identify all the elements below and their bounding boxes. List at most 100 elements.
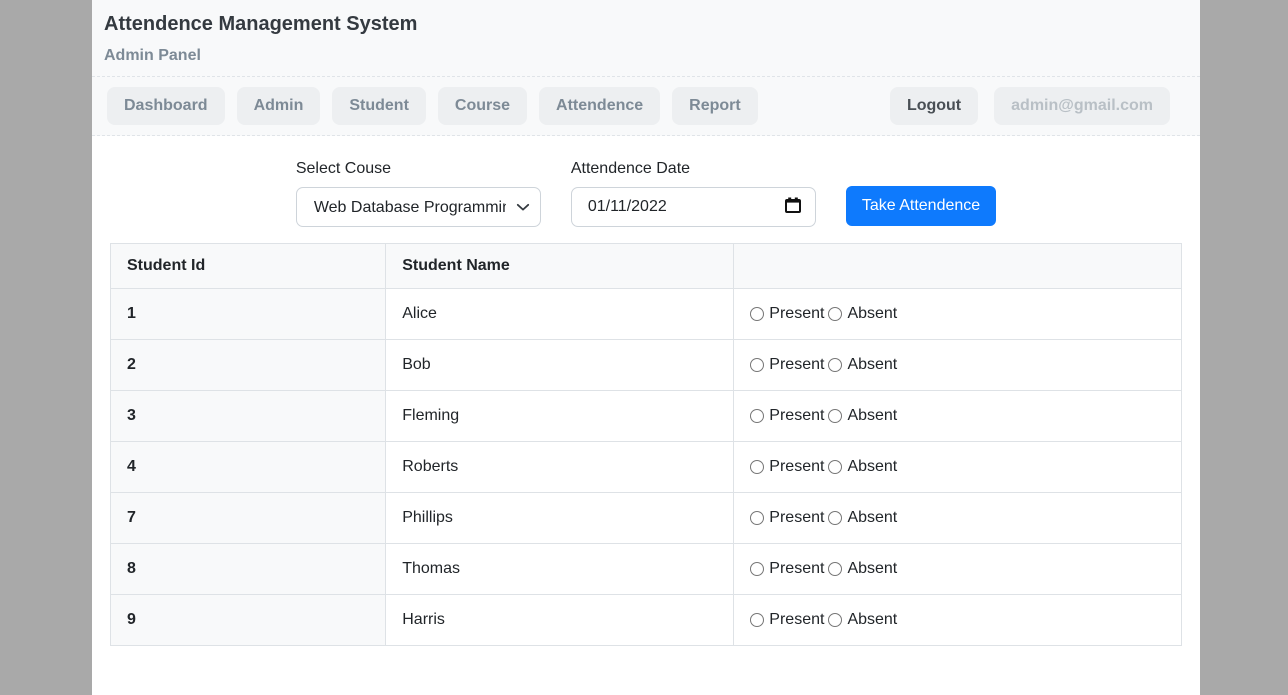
present-option[interactable]: Present <box>750 407 824 425</box>
present-radio[interactable] <box>750 358 764 372</box>
student-name-cell: Harris <box>386 595 734 646</box>
student-id-cell: 7 <box>111 493 386 544</box>
nav-item-dashboard[interactable]: Dashboard <box>107 87 225 125</box>
present-option[interactable]: Present <box>750 611 824 629</box>
present-option[interactable]: Present <box>750 458 824 476</box>
radio-label: Absent <box>847 458 897 476</box>
navbar-right-group: Logout admin@gmail.com <box>890 87 1170 125</box>
nav-item-report[interactable]: Report <box>672 87 758 125</box>
present-radio[interactable] <box>750 613 764 627</box>
table-row: 7 Phillips Present Absent <box>111 493 1182 544</box>
table-row: 1 Alice Present Absent <box>111 289 1182 340</box>
student-name-cell: Fleming <box>386 391 734 442</box>
course-select-label: Select Couse <box>296 160 541 178</box>
present-option[interactable]: Present <box>750 356 824 374</box>
absent-radio[interactable] <box>828 409 842 423</box>
attendance-date-input[interactable]: 01/11/2022 <box>571 187 816 227</box>
logged-in-email-badge: admin@gmail.com <box>994 87 1170 125</box>
absent-option[interactable]: Absent <box>828 458 897 476</box>
present-radio[interactable] <box>750 460 764 474</box>
student-name-cell: Bob <box>386 340 734 391</box>
take-attendance-button[interactable]: Take Attendence <box>846 186 996 226</box>
radio-label: Absent <box>847 611 897 629</box>
nav-item-student[interactable]: Student <box>332 87 426 125</box>
course-field-group: Select Couse Web Database Programming <box>296 160 541 227</box>
table-row: 8 Thomas Present Absent <box>111 544 1182 595</box>
column-header-attendance <box>734 244 1182 289</box>
page-title: Attendence Management System <box>104 13 1184 36</box>
radio-label: Absent <box>847 560 897 578</box>
student-id-cell: 1 <box>111 289 386 340</box>
radio-label: Present <box>769 356 824 374</box>
absent-radio[interactable] <box>828 358 842 372</box>
radio-label: Present <box>769 611 824 629</box>
attendance-cell: Present Absent <box>734 289 1182 340</box>
attendance-cell: Present Absent <box>734 340 1182 391</box>
main-content: Select Couse Web Database Programming At… <box>92 136 1200 646</box>
absent-radio[interactable] <box>828 511 842 525</box>
logout-button[interactable]: Logout <box>890 87 978 125</box>
nav-item-attendence[interactable]: Attendence <box>539 87 660 125</box>
present-option[interactable]: Present <box>750 305 824 323</box>
student-id-cell: 8 <box>111 544 386 595</box>
attendance-cell: Present Absent <box>734 391 1182 442</box>
column-header-student-name: Student Name <box>386 244 734 289</box>
course-select[interactable]: Web Database Programming <box>296 187 541 227</box>
student-name-cell: Phillips <box>386 493 734 544</box>
absent-radio[interactable] <box>828 307 842 321</box>
table-row: 4 Roberts Present Absent <box>111 442 1182 493</box>
date-field-group: Attendence Date 01/11/2022 <box>571 160 816 227</box>
attendance-form: Select Couse Web Database Programming At… <box>110 136 1182 227</box>
student-id-cell: 2 <box>111 340 386 391</box>
radio-label: Absent <box>847 305 897 323</box>
table-header-row: Student Id Student Name <box>111 244 1182 289</box>
absent-option[interactable]: Absent <box>828 356 897 374</box>
student-name-cell: Thomas <box>386 544 734 595</box>
absent-option[interactable]: Absent <box>828 305 897 323</box>
absent-option[interactable]: Absent <box>828 407 897 425</box>
student-id-cell: 9 <box>111 595 386 646</box>
nav-item-course[interactable]: Course <box>438 87 527 125</box>
radio-label: Absent <box>847 356 897 374</box>
attendance-cell: Present Absent <box>734 493 1182 544</box>
app-window: Attendence Management System Admin Panel… <box>92 0 1200 695</box>
main-navbar: Dashboard Admin Student Course Attendenc… <box>92 77 1200 136</box>
radio-label: Present <box>769 407 824 425</box>
attendance-cell: Present Absent <box>734 544 1182 595</box>
present-option[interactable]: Present <box>750 560 824 578</box>
present-radio[interactable] <box>750 562 764 576</box>
table-row: 2 Bob Present Absent <box>111 340 1182 391</box>
table-row: 9 Harris Present Absent <box>111 595 1182 646</box>
attendance-date-label: Attendence Date <box>571 160 816 178</box>
present-radio[interactable] <box>750 409 764 423</box>
calendar-icon[interactable] <box>784 196 802 219</box>
attendance-cell: Present Absent <box>734 595 1182 646</box>
radio-label: Absent <box>847 407 897 425</box>
absent-radio[interactable] <box>828 460 842 474</box>
radio-label: Present <box>769 509 824 527</box>
date-value: 01/11/2022 <box>588 198 667 216</box>
absent-option[interactable]: Absent <box>828 509 897 527</box>
nav-item-admin[interactable]: Admin <box>237 87 321 125</box>
student-name-cell: Roberts <box>386 442 734 493</box>
radio-label: Present <box>769 560 824 578</box>
attendance-table-body: 1 Alice Present Absent 2 Bob Present <box>111 289 1182 646</box>
student-id-cell: 4 <box>111 442 386 493</box>
absent-option[interactable]: Absent <box>828 611 897 629</box>
present-radio[interactable] <box>750 307 764 321</box>
table-row: 3 Fleming Present Absent <box>111 391 1182 442</box>
column-header-student-id: Student Id <box>111 244 386 289</box>
present-radio[interactable] <box>750 511 764 525</box>
app-header: Attendence Management System Admin Panel <box>92 0 1200 77</box>
attendance-cell: Present Absent <box>734 442 1182 493</box>
radio-label: Present <box>769 458 824 476</box>
absent-radio[interactable] <box>828 613 842 627</box>
present-option[interactable]: Present <box>750 509 824 527</box>
student-name-cell: Alice <box>386 289 734 340</box>
absent-radio[interactable] <box>828 562 842 576</box>
radio-label: Absent <box>847 509 897 527</box>
student-id-cell: 3 <box>111 391 386 442</box>
radio-label: Present <box>769 305 824 323</box>
page-subtitle: Admin Panel <box>104 47 1184 65</box>
absent-option[interactable]: Absent <box>828 560 897 578</box>
